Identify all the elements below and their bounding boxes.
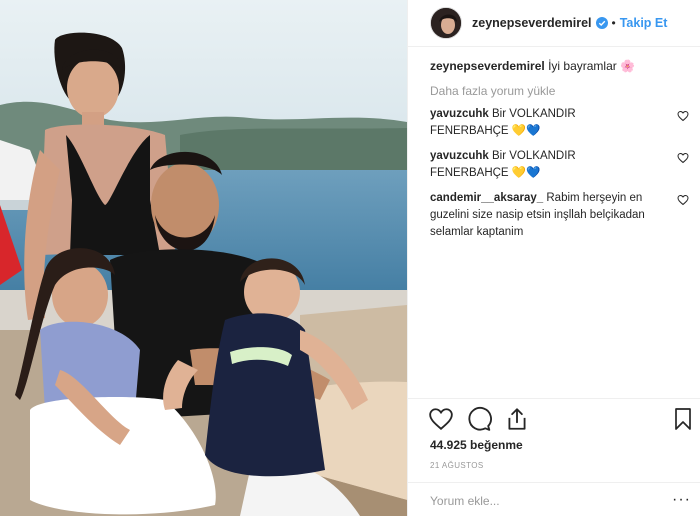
post-actions: 44.925 beğenme 21 AĞUSTOS ··· [408,398,700,516]
family-photo-illustration [0,0,407,516]
caption-text: İyi bayramlar 🌸 [548,59,636,73]
avatar[interactable] [430,7,462,39]
more-options-button[interactable]: ··· [672,491,691,509]
post-details-panel: zeynepseverdemirel • Takip Et zeynepseve… [407,0,700,516]
action-icons [428,406,530,432]
follow-button[interactable]: Takip Et [620,16,668,30]
comment-like-heart-icon[interactable] [677,110,689,122]
comment-item: candemir__aksaray_ Rabim herşeyin en guz… [430,190,689,241]
verified-badge-icon [595,17,608,29]
post-header: zeynepseverdemirel • Takip Et [408,0,700,47]
avatar-image [431,8,461,38]
comment-input[interactable] [430,494,660,508]
add-comment-bar: ··· [408,482,700,516]
comment-username[interactable]: yavuzcuhk [430,150,489,162]
author-username[interactable]: zeynepseverdemirel [472,16,592,30]
bookmark-icon[interactable] [671,407,695,431]
comment-item: yavuzcuhk Bir VOLKANDIR FENERBAHÇE 💛💙 [430,106,689,140]
comment-like-heart-icon[interactable] [677,152,689,164]
post-caption: zeynepseverdemirel İyi bayramlar 🌸 [430,58,679,74]
heart-icon[interactable] [428,406,454,432]
comments-section: zeynepseverdemirel İyi bayramlar 🌸 Daha … [408,58,700,241]
comment-username[interactable]: candemir__aksaray_ [430,192,543,204]
caption-username[interactable]: zeynepseverdemirel [430,59,545,73]
comment-item: yavuzcuhk Bir VOLKANDIR FENERBAHÇE 💛💙 [430,148,689,182]
comment-bubble-icon[interactable] [466,406,492,432]
post-photo[interactable] [0,0,407,516]
likes-count[interactable]: 44.925 beğenme [430,438,523,452]
load-more-comments-button[interactable]: Daha fazla yorum yükle [430,84,679,98]
comment-username[interactable]: yavuzcuhk [430,108,489,120]
post-date[interactable]: 21 AĞUSTOS [430,461,484,470]
share-icon[interactable] [504,406,530,432]
header-separator: • [611,16,616,30]
comment-like-heart-icon[interactable] [677,194,689,206]
